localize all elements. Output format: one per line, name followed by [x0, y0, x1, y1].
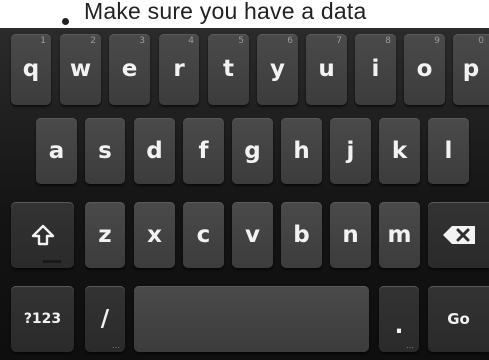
- key-label: .: [394, 312, 404, 339]
- backspace-key[interactable]: [428, 202, 489, 268]
- key-z[interactable]: z: [85, 202, 125, 268]
- key-number-hint: 9: [434, 36, 440, 46]
- key-label: b: [293, 221, 310, 248]
- key-label: q: [22, 56, 40, 82]
- key-label: w: [69, 56, 92, 82]
- key-g[interactable]: g: [232, 118, 273, 184]
- key-number-hint: 6: [287, 36, 293, 46]
- background-text: Make sure you have a data: [84, 0, 367, 24]
- key-p[interactable]: 0 p: [453, 34, 489, 105]
- key-label: c: [196, 221, 211, 248]
- key-label: t: [223, 56, 234, 82]
- key-t[interactable]: 5 t: [208, 34, 249, 105]
- key-r[interactable]: 4 r: [159, 34, 199, 105]
- key-label: j: [346, 137, 355, 164]
- key-label: e: [121, 56, 138, 82]
- more-options-indicator: ...: [112, 341, 120, 350]
- key-c[interactable]: c: [183, 202, 224, 268]
- key-s[interactable]: s: [85, 118, 125, 184]
- key-label: n: [342, 221, 359, 248]
- key-m[interactable]: m: [379, 202, 420, 268]
- shift-state-indicator: [43, 260, 61, 263]
- key-number-hint: 4: [188, 36, 194, 46]
- key-b[interactable]: b: [281, 202, 322, 268]
- key-l[interactable]: l: [428, 118, 469, 184]
- more-options-indicator: ...: [406, 341, 414, 350]
- key-label: d: [146, 137, 163, 164]
- key-a[interactable]: a: [36, 118, 77, 184]
- key-label: k: [391, 137, 408, 164]
- bullet-point: [62, 18, 69, 25]
- key-number-hint: 5: [238, 36, 244, 46]
- soft-keyboard: 1 q 2 w 3 e 4 r 5 t 6 y 7 u 8 i 9 o 0 p …: [0, 28, 489, 360]
- key-j[interactable]: j: [330, 118, 371, 184]
- key-label: l: [444, 137, 453, 164]
- key-number-hint: 0: [478, 36, 484, 46]
- key-number-hint: 3: [139, 36, 145, 46]
- key-number-hint: 8: [385, 36, 391, 46]
- key-label: ?123: [23, 311, 62, 327]
- key-u[interactable]: 7 u: [306, 34, 347, 105]
- key-label: o: [416, 56, 433, 82]
- backspace-icon: [442, 225, 476, 245]
- key-number-hint: 1: [40, 36, 46, 46]
- key-label: h: [293, 137, 310, 164]
- key-label: u: [318, 56, 335, 82]
- key-label: z: [98, 221, 112, 248]
- space-bar[interactable]: [134, 286, 369, 352]
- key-label: g: [244, 137, 261, 164]
- key-label: a: [48, 137, 65, 164]
- go-key[interactable]: Go: [428, 286, 489, 352]
- key-label: x: [147, 221, 162, 248]
- key-label: y: [270, 56, 285, 82]
- key-e[interactable]: 3 e: [109, 34, 150, 105]
- key-label: m: [387, 221, 412, 248]
- key-label: r: [173, 56, 185, 82]
- key-k[interactable]: k: [379, 118, 420, 184]
- key-label: f: [198, 137, 209, 164]
- period-key[interactable]: . ...: [379, 286, 419, 352]
- key-d[interactable]: d: [134, 118, 175, 184]
- key-q[interactable]: 1 q: [11, 34, 51, 105]
- key-label: s: [98, 137, 112, 164]
- shift-key[interactable]: [11, 202, 74, 268]
- key-label: v: [245, 221, 260, 248]
- key-number-hint: 7: [336, 36, 342, 46]
- key-v[interactable]: v: [232, 202, 273, 268]
- key-number-hint: 2: [90, 36, 96, 46]
- key-o[interactable]: 9 o: [404, 34, 445, 105]
- key-f[interactable]: f: [183, 118, 224, 184]
- key-h[interactable]: h: [281, 118, 322, 184]
- key-w[interactable]: 2 w: [60, 34, 101, 105]
- key-label: /: [100, 305, 110, 332]
- key-y[interactable]: 6 y: [257, 34, 298, 105]
- key-i[interactable]: 8 i: [355, 34, 396, 105]
- symbols-key[interactable]: ?123: [11, 286, 74, 352]
- key-label: p: [462, 56, 480, 82]
- key-label: i: [371, 56, 380, 82]
- slash-key[interactable]: / ...: [85, 286, 125, 352]
- key-n[interactable]: n: [330, 202, 371, 268]
- key-x[interactable]: x: [134, 202, 175, 268]
- key-label: Go: [447, 310, 470, 328]
- shift-arrow-icon: [31, 224, 55, 246]
